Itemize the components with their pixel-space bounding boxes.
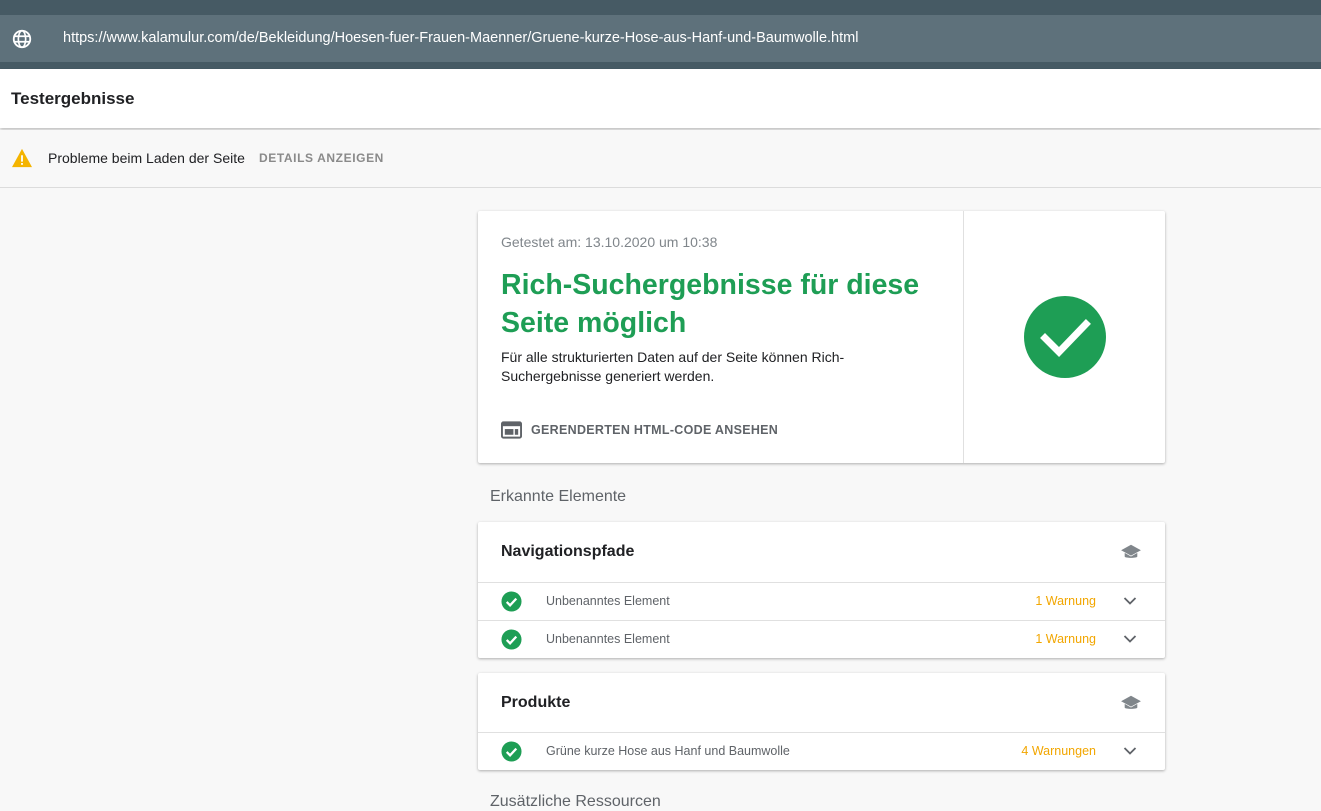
- item-name: Unbenanntes Element: [546, 594, 670, 608]
- page-title: Testergebnisse: [11, 89, 135, 108]
- tested-timestamp: Getestet am: 13.10.2020 um 10:38: [501, 234, 718, 250]
- warning-icon: [12, 148, 32, 168]
- result-headline: Rich-Suchergebnisse für diese Seite mögl…: [501, 269, 920, 339]
- globe-icon: [12, 29, 32, 49]
- list-item[interactable]: Unbenanntes Element 1 Warnung: [478, 582, 1165, 620]
- browser-top-strip: [0, 0, 1321, 15]
- browser-window-icon: [501, 421, 522, 439]
- result-summary-text-panel: Getestet am: 13.10.2020 um 10:38 Rich-Su…: [478, 211, 964, 463]
- graduation-cap-icon[interactable]: [1120, 694, 1142, 712]
- result-description: Für alle strukturierten Daten auf der Se…: [501, 349, 845, 384]
- check-circle-icon: [501, 741, 522, 762]
- list-item[interactable]: Unbenanntes Element 1 Warnung: [478, 620, 1165, 658]
- url-text[interactable]: https://www.kalamulur.com/de/Bekleidung/…: [63, 30, 858, 46]
- item-warning-count: 4 Warnungen: [1021, 744, 1096, 758]
- view-rendered-html-button[interactable]: GERENDERTEN HTML-CODE ANSEHEN: [501, 421, 778, 439]
- url-bar[interactable]: https://www.kalamulur.com/de/Bekleidung/…: [0, 15, 1321, 62]
- chevron-down-icon[interactable]: [1123, 596, 1137, 606]
- group-title: Produkte: [501, 694, 571, 711]
- page-header: Testergebnisse: [0, 69, 1321, 128]
- result-status-panel: [964, 211, 1165, 463]
- url-bar-bottom-strip: [0, 62, 1321, 69]
- additional-resources-heading: Zusätzliche Ressourcen: [490, 793, 661, 810]
- check-circle-icon: [501, 591, 522, 612]
- chevron-down-icon[interactable]: [1123, 634, 1137, 644]
- warning-message: Probleme beim Laden der Seite: [48, 150, 245, 166]
- warning-bar: Probleme beim Laden der Seite DETAILS AN…: [0, 130, 1321, 188]
- result-summary-card: Getestet am: 13.10.2020 um 10:38 Rich-Su…: [478, 211, 1165, 463]
- item-warning-count: 1 Warnung: [1035, 632, 1096, 646]
- group-card-products: Produkte Grüne kurze Hose aus Hanf und B…: [478, 673, 1165, 770]
- details-button[interactable]: DETAILS ANZEIGEN: [259, 151, 384, 165]
- detected-elements-heading: Erkannte Elemente: [490, 488, 627, 505]
- chevron-down-icon[interactable]: [1123, 746, 1137, 756]
- group-title: Navigationspfade: [501, 543, 635, 560]
- group-card-breadcrumbs: Navigationspfade Unbenanntes Element 1 W…: [478, 522, 1165, 658]
- list-item[interactable]: Grüne kurze Hose aus Hanf und Baumwolle …: [478, 732, 1165, 770]
- check-circle-icon: [1024, 296, 1106, 378]
- graduation-cap-icon[interactable]: [1120, 543, 1142, 561]
- item-name: Grüne kurze Hose aus Hanf und Baumwolle: [546, 744, 790, 758]
- item-name: Unbenanntes Element: [546, 632, 670, 646]
- item-warning-count: 1 Warnung: [1035, 594, 1096, 608]
- view-rendered-html-label: GERENDERTEN HTML-CODE ANSEHEN: [531, 423, 779, 437]
- check-circle-icon: [501, 629, 522, 650]
